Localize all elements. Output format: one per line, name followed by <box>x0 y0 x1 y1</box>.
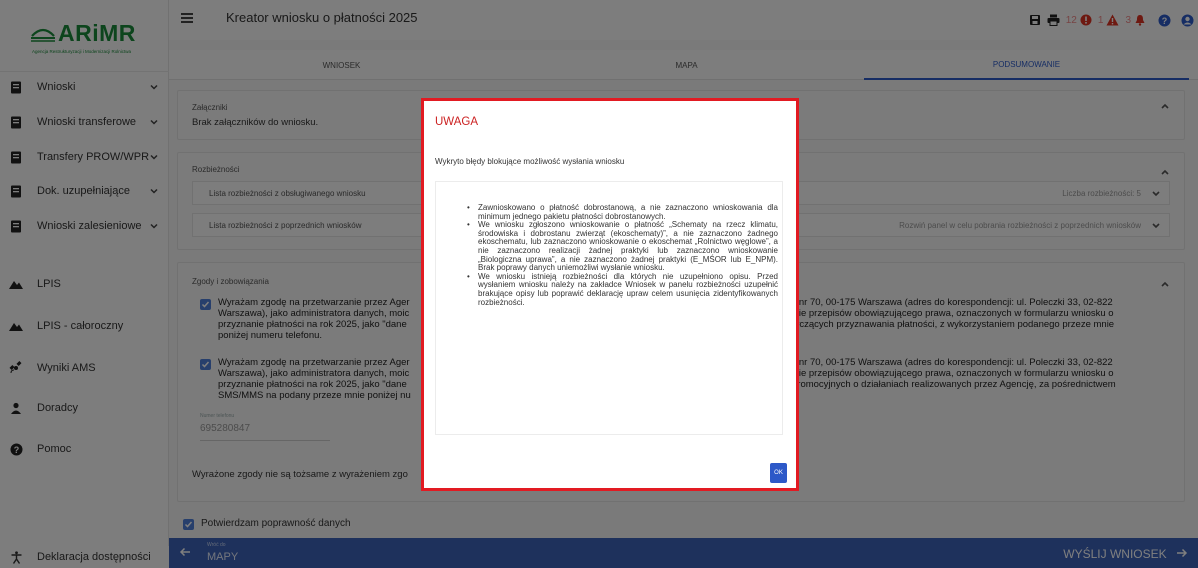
error-list-box: Zawnioskowano o płatność dobrostanową, a… <box>435 181 783 435</box>
error-item: Zawnioskowano o płatność dobrostanową, a… <box>464 203 778 221</box>
app-window: ARiMR Agencja Restrukturyzacji i Moderni… <box>0 0 1198 568</box>
dialog-title: UWAGA <box>435 116 479 128</box>
error-item: We wniosku zgłoszono wnioskowanie o płat… <box>464 220 778 273</box>
ok-button[interactable]: OK <box>770 463 787 483</box>
error-list: Zawnioskowano o płatność dobrostanową, a… <box>464 203 778 307</box>
dialog-message: Wykryto błędy blokujące możliwość wysłan… <box>435 157 625 166</box>
warning-dialog: UWAGA Wykryto błędy blokujące możliwość … <box>421 98 799 491</box>
error-item: We wniosku istnieją rozbieżności dla któ… <box>464 272 778 307</box>
